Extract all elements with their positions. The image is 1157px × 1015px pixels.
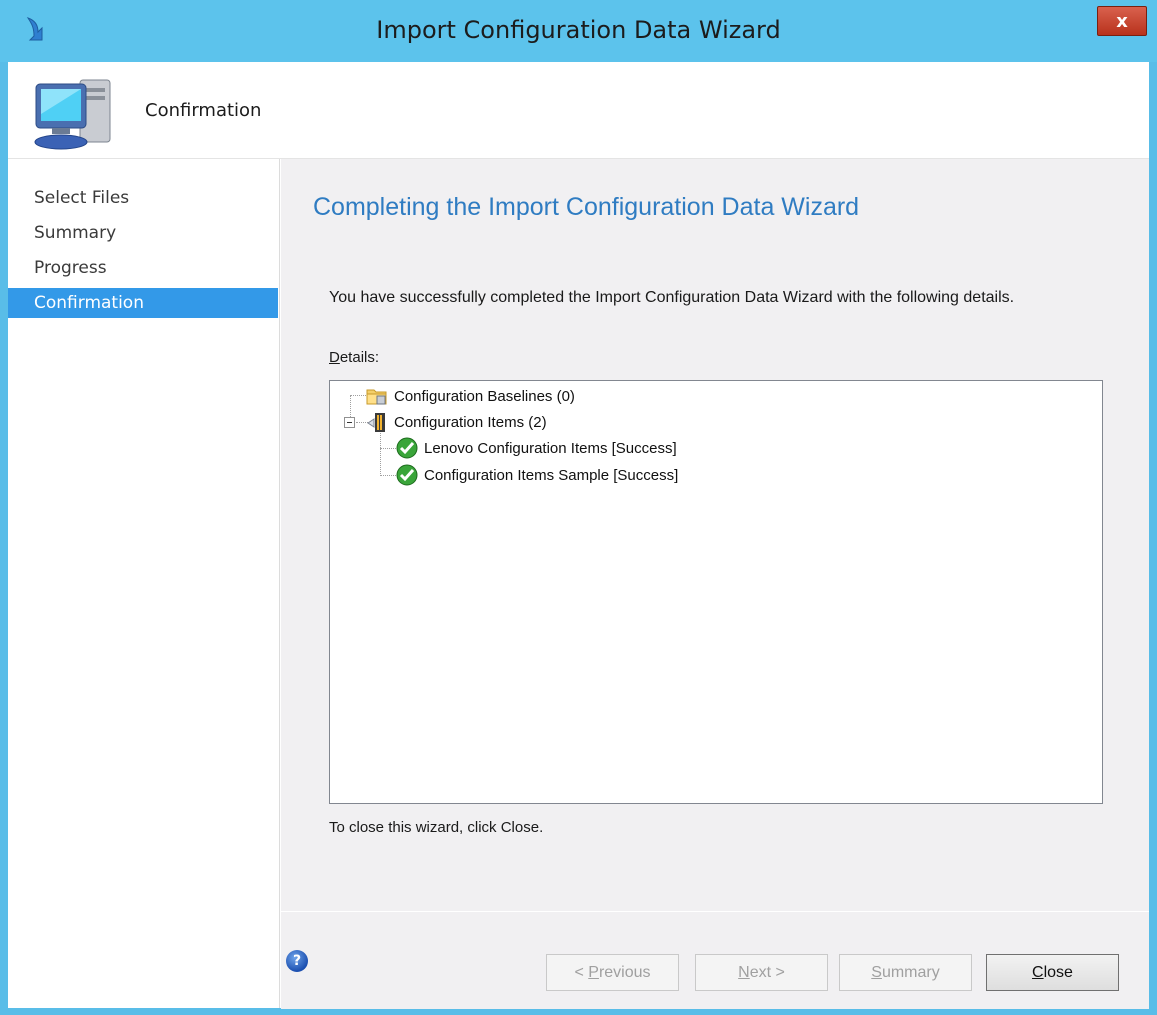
tree-collapse-toggle[interactable]: [344, 417, 355, 428]
previous-button[interactable]: < Previous: [546, 954, 679, 991]
tree-item-configuration-baselines[interactable]: Configuration Baselines (0): [366, 385, 575, 407]
help-icon[interactable]: ?: [286, 950, 308, 972]
tree-connector: [380, 475, 396, 477]
tree-item-lenovo-configuration-items[interactable]: Lenovo Configuration Items [Success]: [396, 437, 677, 459]
summary-button[interactable]: Summary: [839, 954, 972, 991]
sidebar-item-select-files: Select Files: [34, 188, 130, 208]
computer-icon: [34, 79, 111, 150]
next-button[interactable]: Next >: [695, 954, 828, 991]
tree-item-label: Configuration Baselines (0): [394, 387, 575, 405]
tree-item-label: Configuration Items (2): [394, 413, 547, 431]
close-hint-text: To close this wizard, click Close.: [329, 819, 544, 836]
tree-connector: [380, 448, 396, 450]
folder-icon: [366, 389, 387, 405]
configuration-items-icon: [367, 413, 385, 432]
page-title: Confirmation: [145, 100, 262, 121]
wizard-header: Confirmation: [8, 62, 1149, 158]
tree-connector: [380, 433, 382, 476]
wizard-window: Import Configuration Data Wizard x Confi…: [0, 0, 1157, 1015]
tree-item-label: Lenovo Configuration Items [Success]: [424, 439, 677, 457]
sidebar-item-confirmation: Confirmation: [8, 288, 278, 318]
wizard-content: Completing the Import Configuration Data…: [281, 159, 1149, 911]
title-bar: Import Configuration Data Wizard x: [0, 0, 1157, 62]
success-message: You have successfully completed the Impo…: [329, 289, 1015, 306]
window-title: Import Configuration Data Wizard: [376, 16, 781, 44]
success-check-icon: [396, 464, 418, 486]
details-label: Details:: [329, 349, 380, 366]
details-tree[interactable]: Configuration Baselines (0) Configuratio…: [329, 380, 1103, 804]
tree-connector: [350, 395, 366, 397]
wizard-steps-sidebar: Select Files Summary Progress Confirmati…: [8, 159, 280, 1008]
sidebar-item-summary: Summary: [34, 223, 117, 243]
tree-item-configuration-items[interactable]: Configuration Items (2): [366, 411, 547, 433]
window-close-button[interactable]: x: [1097, 6, 1147, 36]
wizard-client-area: Confirmation Select Files Summary Progre…: [8, 62, 1149, 1009]
sidebar-item-progress: Progress: [34, 258, 107, 278]
tree-item-label: Configuration Items Sample [Success]: [424, 466, 679, 484]
tree-item-configuration-items-sample[interactable]: Configuration Items Sample [Success]: [396, 464, 678, 486]
close-button[interactable]: Close: [986, 954, 1119, 991]
content-heading: Completing the Import Configuration Data…: [313, 193, 860, 221]
wizard-footer: ? < Previous Next > Summary Close: [281, 911, 1149, 1009]
success-check-icon: [396, 437, 418, 459]
